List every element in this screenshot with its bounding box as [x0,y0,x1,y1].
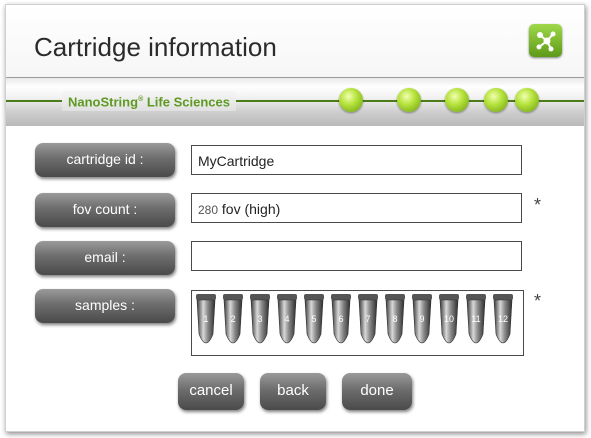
sample-tube-number: 1 [203,314,209,324]
sample-tube[interactable]: 9 [411,294,433,350]
sample-tube-number: 2 [230,314,236,324]
cartridge-id-label: cartridge id : [35,143,175,177]
back-button[interactable]: back [260,373,326,410]
sample-tube-number: 11 [471,314,481,324]
progress-dot-5 [515,88,539,112]
sample-tube[interactable]: 7 [357,294,379,350]
page-title: Cartridge information [34,32,277,62]
sample-tube[interactable]: 8 [384,294,406,350]
sample-tube-number: 8 [392,314,398,324]
fov-count-text: fov (high) [218,201,281,217]
cancel-button[interactable]: cancel [178,373,244,410]
sample-tube[interactable]: 4 [276,294,298,350]
sample-tube-number: 5 [311,314,317,324]
fov-count-number: 280 [198,203,219,217]
email-input[interactable] [191,241,522,271]
sample-tube-number: 9 [419,314,425,324]
fov-count-label: fov count : [35,193,175,227]
progress-dot-3 [445,88,469,112]
sample-tube[interactable]: 5 [303,294,325,350]
sample-tube-number: 7 [365,314,371,324]
cartridge-id-input[interactable]: MyCartridge [191,145,522,175]
sample-tube-number: 3 [257,314,263,324]
progress-dot-1 [339,88,363,112]
brand-logo: NanoString® Life Sciences [62,91,236,112]
sample-tube[interactable]: 6 [330,294,352,350]
brand-suffix: Life Sciences [143,94,230,110]
samples-label: samples : [35,289,175,323]
sample-tube[interactable]: 11 [465,294,487,350]
sample-tube[interactable]: 10 [438,294,460,350]
sample-tube[interactable]: 2 [222,294,244,350]
sample-tube-number: 4 [284,314,290,324]
fov-count-select[interactable]: 280 fov (high) [191,193,522,223]
sample-tube[interactable]: 12 [492,294,514,350]
sample-tube-number: 12 [497,314,508,324]
fov-required-mark: * [534,195,542,215]
network-icon[interactable] [529,24,562,57]
progress-dot-4 [484,88,508,112]
sample-tube-number: 10 [443,314,454,324]
brand-name: NanoString [68,94,139,110]
samples-required-mark: * [534,291,542,311]
email-label: email : [35,241,175,275]
done-button[interactable]: done [342,373,412,410]
sample-tube[interactable]: 3 [249,294,271,350]
sample-tube-number: 6 [338,314,344,324]
sample-tube[interactable]: 1 [195,294,217,350]
cartridge-info-window: Cartridge information NanoString® Life S… [5,4,585,432]
progress-dot-2 [397,88,421,112]
header: Cartridge information [6,5,584,79]
samples-tube-strip[interactable]: 1 2 3 4 5 6 7 8 9 10 11 12 [191,290,524,356]
